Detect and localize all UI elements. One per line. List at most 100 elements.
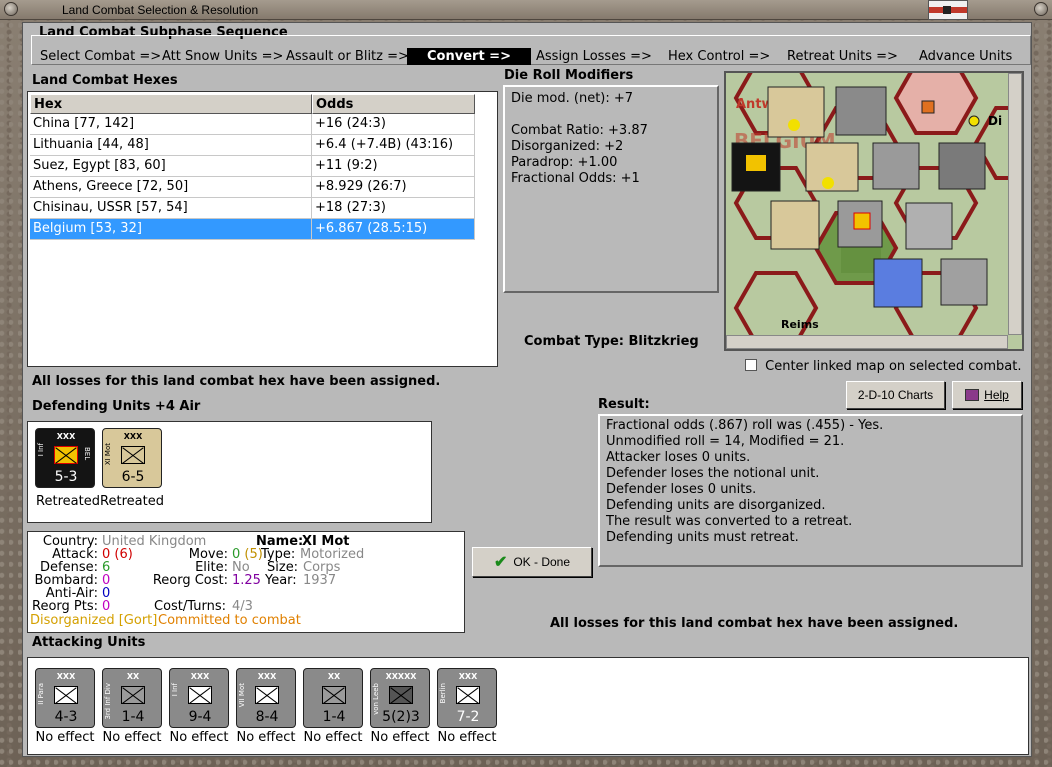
combat-type-value: Blitzkrieg [628,334,699,349]
column-header-odds[interactable]: Odds [312,94,475,114]
map-scrollbar-vertical[interactable] [1008,73,1022,335]
center-map-option[interactable]: Center linked map on selected combat. [745,359,1022,374]
unit-strength: 5-3 [54,469,78,485]
status-committed: Committed to combat [158,613,301,628]
unit-size: XX [327,672,341,681]
table-row[interactable]: China [77, 142] +16 (24:3) [30,114,475,135]
attacking-unit-counter[interactable]: XXX II Para 4-3 [35,668,95,728]
unit-nation: BEL [83,447,91,461]
nation-flag-icon [928,0,968,20]
linked-map[interactable]: Antw BELGIUM Reims Di [724,71,1024,351]
help-button[interactable]: Help [952,381,1022,409]
attacking-unit-counter[interactable]: XX 1-4 [303,668,363,728]
result-line: Unmodified roll = 14, Modified = 21. [606,434,845,449]
infantry-symbol-icon [121,686,145,704]
unit-strength: 4-3 [54,709,78,725]
defending-unit-status: Retreated [100,494,164,509]
result-line: Defending units must retreat. [606,530,799,545]
charts-button[interactable]: 2-D-10 Charts [846,381,945,409]
unit-strength: 1-4 [322,709,346,725]
defending-unit-counter[interactable]: XXX I Inf BEL 5-3 [35,428,95,488]
hexes-heading: Land Combat Hexes [32,73,178,88]
attacking-unit-counter[interactable]: XXX VII Mot 8-4 [236,668,296,728]
map-counter-blue[interactable] [873,258,923,308]
hex-cell: Suez, Egypt [83, 60] [30,156,312,177]
modifier-line: Fractional Odds: +1 [511,171,640,186]
table-row[interactable]: Athens, Greece [72, 50] +8.929 (26:7) [30,177,475,198]
unit-name: I Inf [171,683,179,697]
table-row[interactable]: Chisinau, USSR [57, 54] +18 (27:3) [30,198,475,219]
attacking-unit-counter[interactable]: XXXXX von Leeb 5(2)3 [370,668,430,728]
reorg-cost-label: Reorg Cost: [152,573,228,588]
attacking-units-panel: XXX II Para 4-3 No effect XX 3rd Inf Div… [27,657,1029,755]
unit-size: XXX [56,672,76,681]
window-title: Land Combat Selection & Resolution [62,3,259,17]
attacking-heading: Attacking Units [32,635,146,650]
defending-units-panel: XXX I Inf BEL 5-3 Retreated XXX XI Mot 6… [27,421,432,523]
table-row[interactable]: Lithuania [44, 48] +6.4 (+7.4B) (43:16) [30,135,475,156]
unit-size: XXX [257,672,277,681]
map-counter[interactable] [872,142,920,190]
table-row[interactable]: Suez, Egypt [83, 60] +11 (9:2) [30,156,475,177]
unit-name: VII Mot [238,683,246,708]
map-canvas[interactable]: Antw BELGIUM Reims Di [726,73,1024,351]
hex-cell: Belgium [53, 32] [30,219,312,240]
unit-strength: 7-2 [456,709,480,725]
title-bar: Land Combat Selection & Resolution [0,0,1052,20]
infantry-symbol-icon [188,686,212,704]
unit-info-panel: Country: United Kingdom Name: XI Mot Att… [27,531,465,633]
status-disorganized: Disorganized [Gort] [30,613,158,628]
attacking-unit-counter[interactable]: XXX I Inf 9-4 [169,668,229,728]
unit-strength: 8-4 [255,709,279,725]
result-line: Fractional odds (.867) roll was (.455) -… [606,418,884,433]
unit-name: II Para [37,683,45,705]
result-line: Defending units are disorganized. [606,498,826,513]
year-value: 1937 [303,573,337,588]
unit-size: XXX [190,672,210,681]
unit-size: XXX [56,432,76,441]
result-panel: Fractional odds (.867) roll was (.455) -… [598,414,1023,567]
cost-turns-value: 4/3 [232,599,253,614]
step-att-snow: Att Snow Units => [162,49,284,64]
odds-cell: +18 (27:3) [312,198,475,219]
center-map-checkbox[interactable] [745,359,757,371]
map-counter[interactable] [938,142,986,190]
modifier-line: Disorganized: +2 [511,139,624,154]
step-advance-units: Advance Units [919,49,1013,64]
attacking-unit-counter[interactable]: XX 3rd Inf Div 1-4 [102,668,162,728]
step-convert-active: Convert => [407,48,531,65]
map-counter-gort[interactable] [770,200,820,250]
unit-strength: 6-5 [121,469,145,485]
unit-size: XXX [458,672,478,681]
year-label: Year: [265,573,297,588]
step-hex-control: Hex Control => [668,49,771,64]
map-label-reims: Reims [781,318,819,331]
map-scrollbar-horizontal[interactable] [726,335,1008,349]
defending-unit-counter[interactable]: XXX XI Mot 6-5 [102,428,162,488]
table-row-selected[interactable]: Belgium [53, 32] +6.867 (28.5:15) [30,219,475,240]
result-line: The result was converted to a retreat. [606,514,853,529]
reorg-cost-value: 1.25 [232,573,261,588]
map-counter[interactable] [835,86,887,136]
map-label-di: Di [988,114,1002,128]
map-counter[interactable] [905,202,953,250]
ok-done-label: OK - Done [513,555,571,569]
unit-size: XX [126,672,140,681]
mech-symbol-icon [456,686,480,704]
attacking-unit-counter[interactable]: XXX Berlin 7-2 [437,668,497,728]
step-select-combat: Select Combat => [40,49,162,64]
ok-done-button[interactable]: ✔ OK - Done [472,547,592,577]
hex-cell: Chisinau, USSR [57, 54] [30,198,312,219]
odds-cell: +11 (9:2) [312,156,475,177]
attacking-unit-status: No effect [437,730,497,745]
hex-cell: Athens, Greece [72, 50] [30,177,312,198]
odds-cell: +6.4 (+7.4B) (43:16) [312,135,475,156]
odds-cell: +6.867 (28.5:15) [312,219,475,240]
hexes-table[interactable]: Hex Odds China [77, 142] +16 (24:3) Lith… [27,91,498,367]
step-retreat-units: Retreat Units => [787,49,898,64]
result-line: Defender loses the notional unit. [606,466,820,481]
column-header-hex[interactable]: Hex [30,94,312,114]
result-line: Defender loses 0 units. [606,482,757,497]
map-counter[interactable] [940,258,988,306]
dialog-body: Land Combat Subphase Sequence Select Com… [22,22,1032,757]
